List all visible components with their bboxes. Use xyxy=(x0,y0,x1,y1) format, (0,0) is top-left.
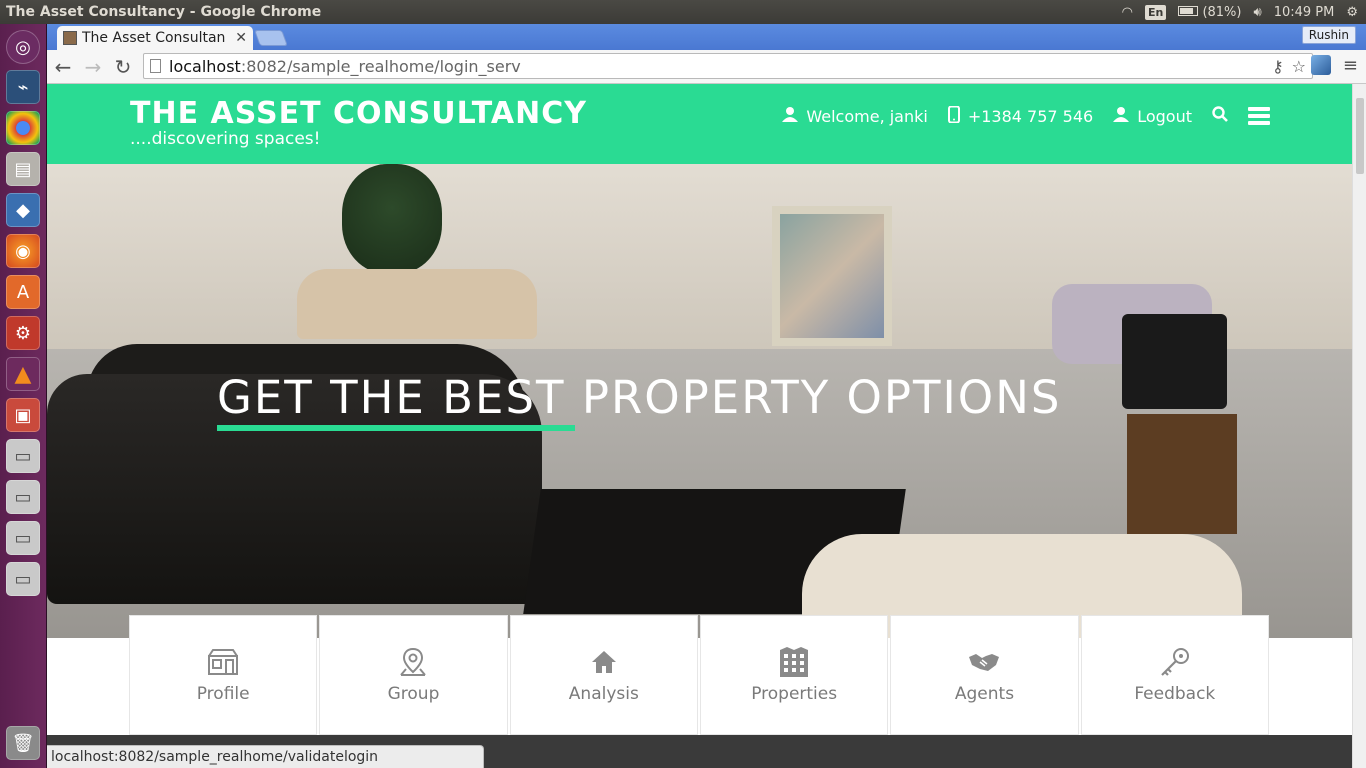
tab-strip: The Asset Consultan ✕ Rushin xyxy=(47,24,1366,50)
battery-icon xyxy=(1178,5,1199,16)
hero-underline xyxy=(217,425,575,431)
archive-manager-icon[interactable]: ▣ xyxy=(6,398,40,432)
clock[interactable]: 10:49 PM xyxy=(1274,5,1335,20)
ubuntu-dash-icon[interactable]: ◎ xyxy=(6,30,40,64)
feature-tile-profile[interactable]: Profile xyxy=(129,615,318,735)
search-icon xyxy=(1212,106,1228,126)
battery-indicator[interactable]: (81%) xyxy=(1178,5,1241,20)
chrome-menu-icon[interactable]: ≡ xyxy=(1343,55,1358,76)
system-settings-icon[interactable]: ⚙ xyxy=(6,316,40,350)
vlc-icon[interactable]: ▲ xyxy=(6,357,40,391)
plant-image xyxy=(342,164,442,274)
reload-button[interactable]: ↻ xyxy=(109,53,137,81)
feature-label: Profile xyxy=(196,684,250,704)
header-nav: Welcome, janki +1384 757 546 Logout xyxy=(782,104,1270,128)
user-icon xyxy=(782,106,799,126)
site-header: THE ASSET CONSULTANCY ....discovering sp… xyxy=(47,84,1352,164)
home-icon xyxy=(588,646,620,678)
keyboard-language-indicator[interactable]: En xyxy=(1144,4,1167,20)
battery-percent: (81%) xyxy=(1202,4,1242,20)
feature-tiles: Profile Group Analysis Properties Agents… xyxy=(129,615,1269,735)
favicon-icon xyxy=(63,31,77,45)
drive-icon-4[interactable]: ▭ xyxy=(6,562,40,596)
feature-label: Agents xyxy=(954,684,1015,704)
drive-icon-2[interactable]: ▭ xyxy=(6,480,40,514)
address-bar[interactable]: localhost:8082/sample_realhome/login_ser… xyxy=(143,53,1313,79)
hamburger-menu-icon xyxy=(1248,104,1270,128)
feature-tile-group[interactable]: Group xyxy=(319,615,508,735)
virtualbox-icon[interactable]: ◆ xyxy=(6,193,40,227)
page-viewport: THE ASSET CONSULTANCY ....discovering sp… xyxy=(47,84,1352,768)
television-image xyxy=(1122,314,1227,409)
network-tool-icon[interactable]: ⌁ xyxy=(6,70,40,104)
reload-icon: ↻ xyxy=(114,54,132,79)
settings-gear-icon[interactable]: ⚙ xyxy=(1346,5,1358,20)
feature-label: Properties xyxy=(751,684,838,704)
building-icon xyxy=(778,646,810,678)
system-top-panel: The Asset Consultancy - Google Chrome ◠ … xyxy=(0,0,1366,24)
beige-couch-image xyxy=(297,269,537,339)
feature-tile-analysis[interactable]: Analysis xyxy=(509,615,698,735)
trash-icon[interactable]: 🗑︎ xyxy=(6,726,40,760)
firefox-icon[interactable]: ◉ xyxy=(6,234,40,268)
bookmark-star-icon[interactable]: ☆ xyxy=(1292,57,1306,76)
tv-stand-image xyxy=(1127,414,1237,534)
hamburger-menu-button[interactable] xyxy=(1248,104,1270,128)
welcome-link[interactable]: Welcome, janki xyxy=(782,106,928,126)
wifi-icon[interactable]: ◠ xyxy=(1122,5,1133,20)
scrollbar-thumb[interactable] xyxy=(1356,98,1364,174)
arrow-left-icon: ← xyxy=(54,54,72,79)
feature-label: Analysis xyxy=(568,684,639,704)
forward-button[interactable]: → xyxy=(79,53,107,81)
software-center-icon[interactable]: A xyxy=(6,275,40,309)
key-icon xyxy=(1159,646,1191,678)
feature-tile-agents[interactable]: Agents xyxy=(890,615,1079,735)
volume-icon[interactable]: 🔊︎ xyxy=(1253,5,1261,20)
browser-window: The Asset Consultan ✕ Rushin ← → ↻ local… xyxy=(47,24,1366,768)
hero-banner: GET THE BEST PROPERTY OPTIONS xyxy=(47,164,1352,638)
back-button[interactable]: ← xyxy=(49,53,77,81)
arrow-right-icon: → xyxy=(84,54,102,79)
brand-title: THE ASSET CONSULTANCY xyxy=(130,96,587,131)
phone-number: +1384 757 546 xyxy=(967,106,1094,126)
phone-link[interactable]: +1384 757 546 xyxy=(947,105,1094,127)
logout-link[interactable]: Logout xyxy=(1113,106,1192,126)
search-button[interactable] xyxy=(1212,106,1228,126)
feature-label: Feedback xyxy=(1134,684,1216,704)
status-bubble: localhost:8082/sample_realhome/validatel… xyxy=(47,745,484,768)
extension-cube-icon[interactable] xyxy=(1310,55,1331,75)
page-icon xyxy=(150,59,161,73)
tab-close-icon[interactable]: ✕ xyxy=(235,30,247,46)
page-scrollbar[interactable] xyxy=(1352,84,1366,768)
feature-tile-properties[interactable]: Properties xyxy=(699,615,889,735)
tab-active[interactable]: The Asset Consultan ✕ xyxy=(57,26,253,50)
drive-icon-1[interactable]: ▭ xyxy=(6,439,40,473)
mobile-phone-icon xyxy=(947,105,960,127)
unity-launcher: ◎ ⌁ ▤ ◆ ◉ A ⚙ ▲ ▣ ▭ ▭ ▭ ▭ 🗑︎ xyxy=(0,24,47,768)
handshake-icon xyxy=(968,646,1000,678)
tab-title: The Asset Consultan xyxy=(82,30,226,46)
files-icon[interactable]: ▤ xyxy=(6,152,40,186)
painting-image xyxy=(772,206,892,346)
logout-label: Logout xyxy=(1137,106,1192,126)
map-pin-icon xyxy=(397,646,429,678)
chrome-icon[interactable] xyxy=(6,111,40,145)
key-icon[interactable]: ⚷ xyxy=(1272,57,1284,76)
browser-toolbar: ← → ↻ localhost:8082/sample_realhome/log… xyxy=(47,50,1366,84)
welcome-text: Welcome, janki xyxy=(806,106,928,126)
storefront-icon xyxy=(207,646,239,678)
feature-label: Group xyxy=(387,684,440,704)
hero-headline: GET THE BEST PROPERTY OPTIONS xyxy=(217,371,1062,424)
feature-tile-feedback[interactable]: Feedback xyxy=(1080,615,1269,735)
profile-button[interactable]: Rushin xyxy=(1301,26,1356,44)
drive-icon-3[interactable]: ▭ xyxy=(6,521,40,555)
url-host: localhost xyxy=(169,56,241,76)
brand-tagline: ....discovering spaces! xyxy=(130,129,321,149)
window-title: The Asset Consultancy - Google Chrome xyxy=(6,4,322,20)
user-icon xyxy=(1113,106,1130,126)
brand[interactable]: THE ASSET CONSULTANCY ....discovering sp… xyxy=(130,96,587,149)
system-indicators: ◠ En (81%) 🔊︎ 10:49 PM ⚙ xyxy=(1122,4,1366,20)
url-path: :8082/sample_realhome/login_serv xyxy=(240,56,521,76)
new-tab-button[interactable] xyxy=(254,30,288,46)
